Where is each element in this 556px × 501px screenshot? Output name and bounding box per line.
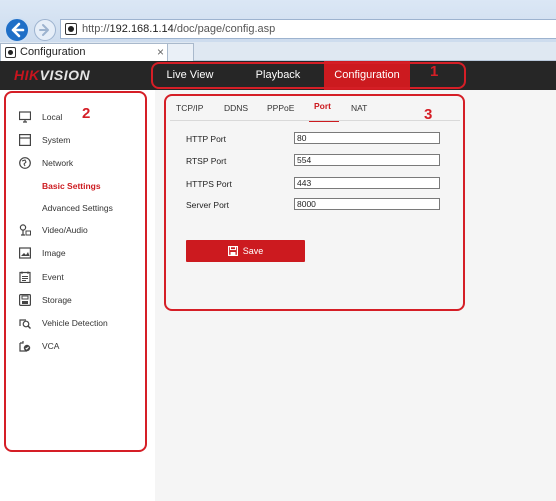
browser-toolbar: http://192.168.1.14/doc/page/config.asp — [0, 0, 556, 43]
rtsp-port-input[interactable] — [294, 154, 440, 166]
tab-nat[interactable]: NAT — [351, 103, 367, 113]
annotation-number-3: 3 — [424, 106, 433, 123]
sidebar-item-label: Advanced Settings — [42, 203, 113, 213]
network-subtabs: TCP/IP DDNS PPPoE Port NAT — [170, 96, 460, 122]
globe-icon — [19, 157, 31, 169]
tab-ddns[interactable]: DDNS — [224, 103, 248, 113]
vca-icon — [19, 341, 31, 352]
save-button[interactable]: Save — [186, 240, 305, 262]
arrow-left-icon — [11, 22, 25, 38]
server-port-input[interactable] — [294, 198, 440, 210]
arrow-right-icon — [39, 24, 49, 36]
sidebar-item-vca[interactable]: VCA — [0, 335, 155, 357]
monitor-icon — [19, 111, 31, 123]
tab-title: Configuration — [20, 46, 86, 58]
browser-tab[interactable]: Configuration × — [0, 43, 168, 61]
sidebar-item-label: Video/Audio — [42, 225, 88, 235]
sidebar-item-vehicle-detection[interactable]: Vehicle Detection — [0, 312, 155, 334]
sidebar-item-label: System — [42, 135, 71, 145]
tab-port[interactable]: Port — [314, 101, 331, 111]
http-port-label: HTTP Port — [186, 134, 226, 144]
sidebar-item-advanced-settings[interactable]: Advanced Settings — [0, 197, 155, 219]
address-bar[interactable]: http://192.168.1.14/doc/page/config.asp — [60, 19, 556, 39]
sidebar-item-system[interactable]: System — [0, 129, 155, 151]
server-port-label: Server Port — [186, 200, 229, 210]
system-icon — [19, 134, 31, 146]
vehicle-detection-icon — [19, 319, 31, 329]
config-sidebar: Local System Network Basic Settings Adva… — [0, 90, 155, 501]
hikvision-logo: HIKVISION — [14, 67, 91, 83]
sidebar-item-video-audio[interactable]: Video/Audio — [0, 219, 155, 241]
sidebar-item-basic-settings[interactable]: Basic Settings — [0, 175, 155, 197]
http-port-input[interactable] — [294, 132, 440, 144]
sidebar-item-label: Vehicle Detection — [42, 318, 108, 328]
tab-close-icon[interactable]: × — [157, 45, 164, 59]
sidebar-item-event[interactable]: Event — [0, 266, 155, 288]
tab-favicon-icon — [5, 47, 16, 58]
sidebar-item-network[interactable]: Network — [0, 152, 155, 174]
back-button[interactable] — [4, 17, 30, 43]
topnav-configuration[interactable]: Configuration — [324, 61, 410, 90]
sidebar-item-label: Basic Settings — [42, 181, 101, 191]
sidebar-item-label: VCA — [42, 341, 60, 351]
save-icon — [227, 245, 238, 256]
topnav-live-view[interactable]: Live View — [156, 61, 224, 90]
tab-divider — [170, 120, 460, 121]
address-url: http://192.168.1.14/doc/page/config.asp — [82, 23, 276, 35]
https-port-input[interactable] — [294, 177, 440, 189]
image-icon — [19, 247, 31, 259]
app-header: HIKVISION Live View Playback Configurati… — [0, 61, 556, 90]
topnav-playback[interactable]: Playback — [240, 61, 316, 90]
sidebar-item-label: Storage — [42, 295, 72, 305]
video-audio-icon — [19, 224, 31, 236]
sidebar-item-image[interactable]: Image — [0, 242, 155, 264]
save-button-label: Save — [242, 246, 264, 256]
https-port-label: HTTPS Port — [186, 179, 232, 189]
new-tab-button[interactable] — [168, 43, 194, 61]
sidebar-item-label: Event — [42, 272, 64, 282]
storage-icon — [19, 294, 31, 306]
rtsp-port-label: RTSP Port — [186, 156, 227, 166]
annotation-number-2: 2 — [82, 105, 91, 122]
sidebar-item-label: Local — [42, 112, 63, 122]
annotation-number-1: 1 — [430, 63, 439, 80]
tab-pppoe[interactable]: PPPoE — [267, 103, 294, 113]
tab-tcpip[interactable]: TCP/IP — [176, 103, 203, 113]
port-settings-panel: TCP/IP DDNS PPPoE Port NAT HTTP Port RTS… — [155, 90, 556, 501]
site-icon — [65, 23, 77, 35]
sidebar-item-local[interactable]: Local — [0, 106, 155, 128]
sidebar-item-storage[interactable]: Storage — [0, 289, 155, 311]
event-icon — [19, 271, 31, 283]
sidebar-item-label: Image — [42, 248, 66, 258]
forward-button[interactable] — [34, 19, 56, 41]
browser-tab-bar: Configuration × — [0, 42, 556, 61]
sidebar-item-label: Network — [42, 158, 74, 168]
